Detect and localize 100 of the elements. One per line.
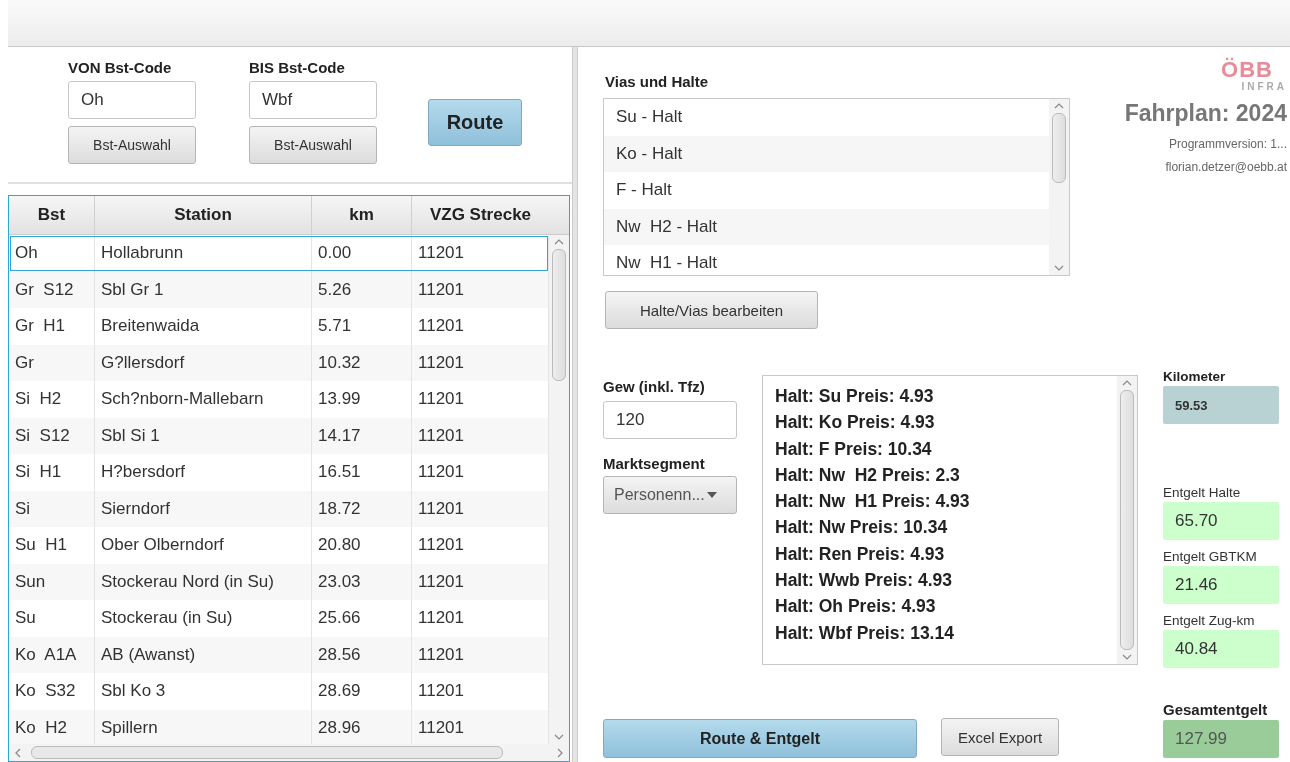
scrollbar[interactable] [1117,376,1137,664]
table-row[interactable]: Ko H2 Spillern 28.96 11201 [9,709,549,744]
code-field[interactable]: Oh [68,81,196,119]
calculate-button[interactable]: Route & Entgelt [603,719,917,758]
weight-field[interactable]: 120 [603,401,737,439]
table-row[interactable]: Sun Stockerau Nord (in Su) 23.03 11201 [9,563,549,600]
table-cell: 28.56 [312,636,412,673]
field-label: BIS Bst-Code [249,59,346,76]
fee-label: Kilometer [1163,369,1227,384]
table-cell: Breitenwaida [95,308,312,345]
table-cell: Sun [9,563,95,600]
table-cell: Oh [9,235,95,272]
table-row[interactable]: Gr G?llersdorf 10.32 11201 [9,344,549,381]
table-row[interactable]: Si S12 Sbl Si 1 14.17 11201 [9,417,549,454]
scrollbar[interactable] [549,235,569,744]
table-row[interactable]: Ko A1A AB (Awanst) 28.56 11201 [9,636,549,673]
price-line: Halt: Nw H2 Preis: 2.3 [775,463,961,487]
table-row[interactable]: Si Sierndorf 18.72 11201 [9,490,549,527]
edit-vias-button[interactable]: Halte/Vias bearbeiten [605,291,818,329]
chevron-right-icon[interactable] [557,747,563,758]
logo: ÖBB [1221,59,1273,81]
email-text: florian.detzer@oebb.at [1165,160,1287,174]
field-label: Marktsegment [603,455,706,472]
chevron-down-icon[interactable] [1122,654,1132,660]
table-cell: Hollabrunn [95,235,312,272]
table-cell: 10.32 [312,344,412,381]
chevron-up-icon[interactable] [1054,103,1064,109]
station-select-button[interactable]: Bst-Auswahl [249,126,377,164]
fee-label: Entgelt Halte [1163,485,1242,500]
code-field[interactable]: Wbf [249,81,377,119]
list-item[interactable]: Nw H1 - Halt [604,245,1049,275]
price-line: Halt: Oh Preis: 4.93 [775,595,937,619]
total-value: 127.99 [1163,720,1279,758]
table-cell: Stockerau Nord (in Su) [95,563,312,600]
chevron-down-icon[interactable] [554,734,564,740]
table-cell: Gr S12 [9,271,95,308]
price-line: Halt: Ko Preis: 4.93 [775,411,936,435]
column-header[interactable]: km [312,196,412,234]
table-cell: 0.00 [312,235,412,272]
scroll-thumb[interactable] [1052,113,1066,183]
table-cell: 5.71 [312,308,412,345]
list-item[interactable]: Ko - Halt [604,135,1049,172]
version-text: Programmversion: 1... [1168,137,1287,151]
table-cell: Si S12 [9,417,95,454]
fee-value: 65.70 [1163,502,1279,540]
list-item[interactable]: Su - Halt [604,99,1049,136]
fee-value: 40.84 [1163,630,1279,668]
field-label: Gew (inkl. Tfz) [603,378,706,395]
table-row[interactable]: Gr S12 Sbl Gr 1 5.26 11201 [9,271,549,308]
price-line: Halt: Ren Preis: 4.93 [775,542,946,566]
list-item[interactable]: F - Halt [604,172,1049,209]
table-cell: G?llersdorf [95,344,312,381]
price-line: Halt: Nw Preis: 10.34 [775,516,949,540]
fee-label: Entgelt GBTKM [1163,549,1258,564]
column-header[interactable]: Bst [9,196,95,234]
table-cell: 20.80 [312,527,412,564]
scroll-thumb[interactable] [1120,390,1134,650]
table-cell: Ko A1A [9,636,95,673]
table-cell: 13.99 [312,381,412,418]
fee-value: 21.46 [1163,566,1279,604]
table-cell: 23.03 [312,563,412,600]
scroll-thumb[interactable] [552,249,566,381]
chevron-up-icon[interactable] [1122,380,1132,386]
table-cell: Ko S32 [9,673,95,710]
table-cell: 14.17 [312,417,412,454]
total-label: Gesamtentgelt [1163,701,1269,718]
price-line: Halt: Wwb Preis: 4.93 [775,569,953,593]
table-cell: Si [9,490,95,527]
table-cell: Ober Olberndorf [95,527,312,564]
fee-label: Entgelt Zug-km [1163,613,1256,628]
table-cell: Su [9,600,95,637]
price-line: Halt: Su Preis: 4.93 [775,385,935,408]
table-cell: Si H1 [9,454,95,491]
list-item[interactable]: Nw H2 - Halt [604,208,1049,245]
chevron-down-icon[interactable] [1054,265,1064,271]
scroll-thumb[interactable] [31,746,503,759]
table-cell: Gr H1 [9,308,95,345]
scrollbar[interactable] [9,744,569,761]
table-row[interactable]: Oh Hollabrunn 0.00 11201 [9,235,549,272]
logo-subtitle: INFRA [1241,81,1287,92]
table-cell: Sbl Ko 3 [95,673,312,710]
table-cell: 5.26 [312,271,412,308]
scrollbar[interactable] [1049,99,1069,275]
timetable-title: Fahrplan: 2024 [1124,100,1287,127]
field-label: VON Bst-Code [68,59,173,76]
chevron-up-icon[interactable] [554,239,564,245]
export-button[interactable]: Excel Export [941,718,1059,756]
route-button[interactable]: Route [428,99,522,146]
price-line: Halt: Nw H1 Preis: 4.93 [775,490,971,514]
caret-icon [706,492,717,498]
chevron-left-icon[interactable] [15,747,21,758]
table-cell: 18.72 [312,490,412,527]
column-header[interactable]: Station [95,196,312,234]
table-cell: Stockerau (in Su) [95,600,312,637]
table-cell: 16.51 [312,454,412,491]
station-select-button[interactable]: Bst-Auswahl [68,126,196,164]
table-cell: Sbl Si 1 [95,417,312,454]
segment-dropdown[interactable]: Personenn... [603,476,737,514]
table-cell: Sbl Gr 1 [95,271,312,308]
column-header[interactable]: VZG Strecke [412,196,549,234]
